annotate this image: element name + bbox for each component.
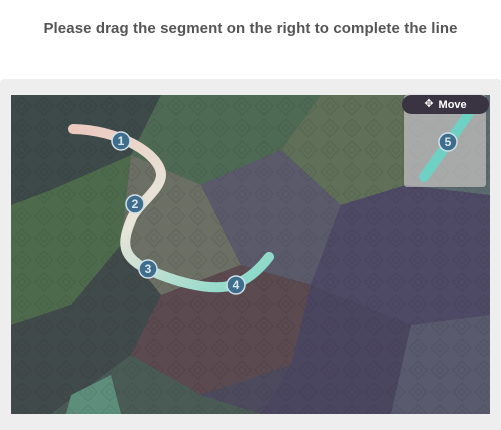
segment-point-5: 5 (438, 132, 458, 152)
svg-text:5: 5 (445, 135, 452, 149)
move-handle-button[interactable]: ✥ Move (402, 95, 489, 114)
move-button-label: Move (438, 98, 467, 111)
move-arrows-icon: ✥ (424, 98, 434, 110)
captcha-instruction: Please drag the segment on the right to … (43, 20, 458, 37)
